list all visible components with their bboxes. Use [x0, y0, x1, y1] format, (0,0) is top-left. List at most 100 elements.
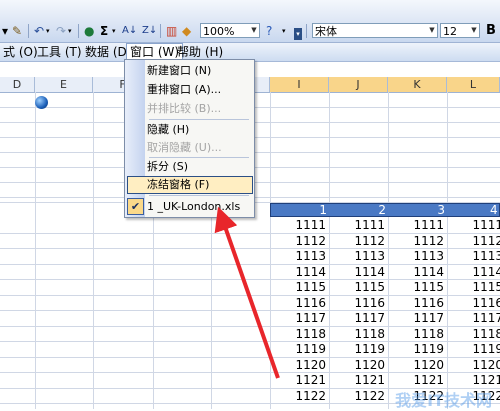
toolbar-separator — [160, 24, 161, 38]
window-menu-dropdown: 新建窗口 (N) 重排窗口 (A)... 并排比较 (B)... 隐藏 (H) … — [124, 59, 255, 218]
toolbar-separator — [28, 24, 29, 38]
table-cell[interactable]: 1118 — [270, 327, 329, 342]
table-cell[interactable]: 1119 — [270, 342, 329, 357]
chevron-down-icon[interactable]: ▼ — [249, 24, 259, 37]
column-header-k[interactable]: K — [388, 77, 447, 92]
header-cell-1[interactable]: 1 — [271, 204, 330, 216]
table-cell[interactable]: 1118 — [388, 327, 447, 342]
undo-icon[interactable]: ↶ — [34, 24, 44, 38]
table-cell[interactable]: 1114 — [447, 265, 500, 280]
checkmark-icon: ✔ — [127, 198, 144, 215]
menu-item-arrange[interactable]: 重排窗口 (A)... — [147, 81, 252, 98]
globe-icon[interactable] — [35, 96, 48, 109]
menu-item-split[interactable]: 拆分 (S) — [147, 158, 252, 175]
table-cell[interactable]: 1114 — [270, 265, 329, 280]
table-cell[interactable]: 1114 — [329, 265, 388, 280]
menu-item-new-window[interactable]: 新建窗口 (N) — [147, 62, 252, 79]
column-header-e[interactable]: E — [35, 77, 93, 92]
table-cell[interactable]: 1116 — [329, 296, 388, 311]
table-cell[interactable]: 1117 — [447, 311, 500, 326]
table-cell[interactable]: 1111 — [388, 218, 447, 233]
table-cell[interactable]: 1114 — [388, 265, 447, 280]
zoom-value: 100% — [203, 25, 235, 38]
table-cell[interactable]: 1116 — [388, 296, 447, 311]
table-cell[interactable]: 1118 — [447, 327, 500, 342]
table-cell[interactable]: 1116 — [447, 296, 500, 311]
selected-row[interactable]: 1 2 3 4 — [270, 203, 500, 217]
hyperlink-icon[interactable]: ● — [84, 24, 94, 38]
table-cell[interactable]: 1121 — [270, 373, 329, 388]
autosum-dropdown-icon[interactable]: ▾ — [112, 24, 116, 38]
bold-button[interactable]: B — [486, 24, 496, 38]
table-cell[interactable]: 1115 — [447, 280, 500, 295]
table-cell[interactable]: 1120 — [447, 358, 500, 373]
table-cell[interactable]: 1115 — [270, 280, 329, 295]
table-cell[interactable]: 1113 — [270, 249, 329, 264]
table-cell[interactable]: 1121 — [388, 373, 447, 388]
table-cell[interactable]: 1117 — [270, 311, 329, 326]
toolbar-separator — [78, 24, 79, 38]
column-header-j[interactable]: J — [329, 77, 388, 92]
table-cell[interactable]: 1111 — [329, 218, 388, 233]
header-cell-3[interactable]: 3 — [389, 204, 448, 216]
sort-ascending-icon[interactable]: A↓ — [122, 24, 137, 38]
table-cell[interactable]: 1116 — [270, 296, 329, 311]
column-header-l[interactable]: L — [447, 77, 500, 92]
standard-toolbar: ▾ ✎ ↶ ▾ ↷ ▾ ● Σ ▾ A↓ Z↓ ▥ ◆ 100% ▼ ? ▾ ▾… — [0, 0, 500, 43]
table-cell[interactable]: 1113 — [388, 249, 447, 264]
table-cell[interactable]: 1121 — [329, 373, 388, 388]
font-size-combo[interactable]: 12 ▼ — [440, 23, 480, 38]
drawing-icon[interactable]: ◆ — [182, 24, 191, 38]
table-cell[interactable]: 1115 — [388, 280, 447, 295]
header-cell-2[interactable]: 2 — [330, 204, 389, 216]
format-painter-icon[interactable]: ✎ — [12, 24, 22, 38]
paste-icon[interactable]: ▾ — [2, 24, 8, 38]
toolbar-options-icon[interactable]: ▾ — [294, 28, 302, 40]
table-cell[interactable]: 1112 — [329, 234, 388, 249]
menu-item-compare-side-by-side: 并排比较 (B)... — [147, 102, 222, 115]
chevron-down-icon[interactable]: ▼ — [427, 24, 437, 37]
table-cell[interactable]: 1120 — [270, 358, 329, 373]
table-cell[interactable]: 1113 — [447, 249, 500, 264]
sort-descending-icon[interactable]: Z↓ — [142, 24, 157, 38]
redo-dropdown-icon[interactable]: ▾ — [68, 24, 72, 38]
font-name-combo[interactable]: 宋体 ▼ — [312, 23, 438, 38]
help-dropdown-icon[interactable]: ▾ — [282, 24, 286, 38]
table-cell[interactable]: 1111 — [270, 218, 329, 233]
table-cell[interactable]: 1121 — [447, 373, 500, 388]
watermark-logo: 我爱IT技术网 — [395, 391, 492, 410]
table-cell[interactable]: 1119 — [388, 342, 447, 357]
chart-wizard-icon[interactable]: ▥ — [166, 24, 177, 38]
redo-icon[interactable]: ↷ — [56, 24, 66, 38]
table-cell[interactable]: 1113 — [329, 249, 388, 264]
toolbar-separator — [306, 24, 307, 38]
font-size-value: 12 — [443, 25, 457, 38]
column-header-d[interactable]: D — [0, 77, 35, 92]
chevron-down-icon[interactable]: ▼ — [469, 24, 479, 37]
table-cell[interactable]: 1111 — [447, 218, 500, 233]
table-cell[interactable]: 1115 — [329, 280, 388, 295]
help-icon[interactable]: ? — [266, 24, 272, 38]
table-cell[interactable]: 1112 — [388, 234, 447, 249]
menu-item-window-1[interactable]: 1 _UK-London.xls — [147, 198, 252, 215]
table-cell[interactable]: 1112 — [270, 234, 329, 249]
menu-item-freeze-panes[interactable]: 冻结窗格 (F) — [147, 176, 252, 193]
table-cell[interactable]: 1119 — [447, 342, 500, 357]
menu-help[interactable]: 帮助 (H) — [174, 44, 226, 60]
table-cell[interactable]: 1120 — [388, 358, 447, 373]
autosum-icon[interactable]: Σ — [100, 24, 108, 38]
table-cell[interactable]: 1112 — [447, 234, 500, 249]
column-header-i[interactable]: I — [270, 77, 329, 92]
menu-tools[interactable]: 工具 (T) — [34, 44, 85, 60]
table-cell[interactable]: 1117 — [329, 311, 388, 326]
menu-item-hide[interactable]: 隐藏 (H) — [147, 121, 252, 138]
table-cell[interactable]: 1120 — [329, 358, 388, 373]
header-cell-4[interactable]: 4 — [448, 204, 500, 216]
zoom-combo[interactable]: 100% ▼ — [200, 23, 260, 38]
font-name-value: 宋体 — [315, 25, 337, 38]
menu-item-unhide: 取消隐藏 (U)... — [147, 141, 222, 154]
table-cell[interactable]: 1118 — [329, 327, 388, 342]
table-cell[interactable]: 1117 — [388, 311, 447, 326]
undo-dropdown-icon[interactable]: ▾ — [46, 24, 50, 38]
table-cell[interactable]: 1119 — [329, 342, 388, 357]
